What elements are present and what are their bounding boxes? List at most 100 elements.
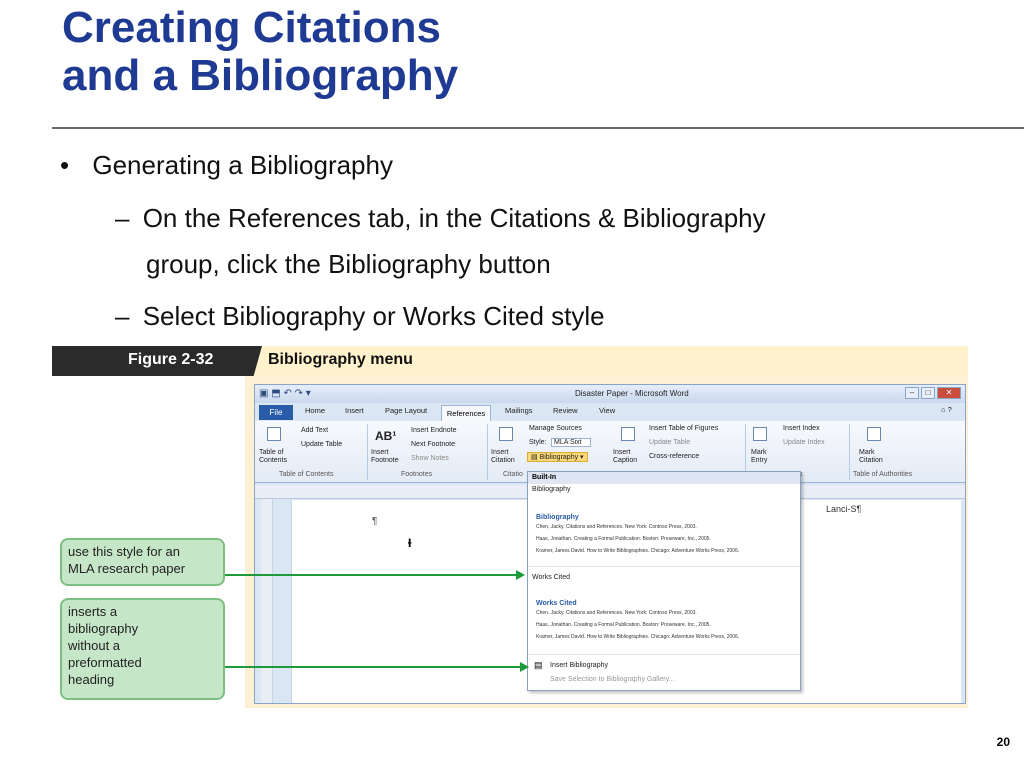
- manage-sources-button[interactable]: Manage Sources: [529, 425, 582, 432]
- window-controls: – □ ✕: [905, 387, 961, 399]
- ribbon-tabs: Home Insert Page Layout Mailings Review …: [255, 403, 965, 421]
- menu-builtin-header: Built-In: [528, 472, 800, 484]
- callout-insert: inserts a bibliography without a preform…: [60, 598, 225, 700]
- bibliography-button[interactable]: ▤ Bibliography ▾: [527, 452, 588, 462]
- sub-bullet-1-line-2: group, click the Bibliography button: [146, 249, 551, 279]
- insert-citation-icon: [499, 427, 513, 441]
- mark-citation-icon: [867, 427, 881, 441]
- tab-file[interactable]: File: [259, 405, 293, 420]
- menu-entry: Haas, Jonathan. Creating a Formal Public…: [536, 622, 711, 628]
- mark-entry-button[interactable]: Mark Entry: [751, 449, 781, 465]
- cross-reference-button[interactable]: Cross-reference: [649, 453, 699, 460]
- title-line-2: and a Bibliography: [62, 51, 459, 100]
- callout-line: preformatted: [68, 655, 142, 670]
- figure-number: Figure 2-32: [128, 351, 214, 368]
- toc-button[interactable]: Table of Contents: [259, 449, 299, 465]
- insert-caption-button[interactable]: Insert Caption: [613, 449, 649, 465]
- update-table-button[interactable]: Update Table: [301, 441, 342, 448]
- document-header: Lanci-S¶: [826, 504, 862, 514]
- title-bar: ▣ ⬒ ↶ ↷ ▾ Disaster Paper - Microsoft Wor…: [255, 385, 965, 403]
- slide-title: Creating Citations and a Bibliography: [62, 4, 662, 100]
- menu-entry: Kramer, James David. How to Write Biblio…: [536, 634, 740, 640]
- update-table-captions-button[interactable]: Update Table: [649, 439, 690, 446]
- tab-references[interactable]: References: [441, 405, 491, 422]
- menu-divider: [528, 654, 800, 655]
- arrow-head: [516, 570, 525, 580]
- bibliography-menu: Built-In Bibliography Bibliography Chen,…: [527, 471, 801, 691]
- bibliography-button-label: Bibliography: [539, 454, 579, 461]
- insert-table-of-figures-button[interactable]: Insert Table of Figures: [649, 425, 718, 432]
- tab-mailings[interactable]: Mailings: [505, 406, 533, 415]
- insert-caption-icon: [621, 427, 635, 441]
- save-selection-item[interactable]: Save Selection to Bibliography Gallery..…: [550, 676, 674, 683]
- works-cited-style-option[interactable]: Works Cited: [536, 600, 577, 607]
- next-footnote-button[interactable]: Next Footnote: [411, 441, 455, 448]
- tab-insert[interactable]: Insert: [345, 406, 364, 415]
- bullet-text: Generating a Bibliography: [92, 150, 393, 180]
- footnote-icon: AB¹: [375, 429, 397, 443]
- callout-arrow: [225, 574, 517, 576]
- bullet-generating: • Generating a Bibliography: [60, 148, 393, 182]
- callout-mla: use this style for an MLA research paper: [60, 538, 225, 586]
- paragraph-mark: ¶: [372, 516, 378, 527]
- group-toa-label: Table of Authorities: [853, 471, 913, 478]
- figure-caption: Bibliography menu: [268, 351, 413, 368]
- style-select[interactable]: MLA Sixt: [551, 438, 591, 447]
- insert-index-button[interactable]: Insert Index: [783, 425, 820, 432]
- bibliography-icon: ▤: [531, 454, 540, 461]
- bibliography-style-option[interactable]: Bibliography: [536, 514, 579, 521]
- bullet-dot: •: [60, 150, 70, 180]
- callout-line: inserts a: [68, 604, 118, 619]
- group-citations-label: Citatio: [503, 471, 523, 478]
- tab-page-layout[interactable]: Page Layout: [385, 406, 427, 415]
- menu-entry: Chen, Jacky. Citations and References. N…: [536, 610, 697, 616]
- menu-entry: Haas, Jonathan. Creating a Formal Public…: [536, 536, 711, 542]
- add-text-button[interactable]: Add Text: [301, 427, 328, 434]
- callout-line: without a: [68, 638, 121, 653]
- sub-bullet-1-line-1: On the References tab, in the Citations …: [142, 203, 766, 233]
- group-separator: [367, 424, 368, 480]
- minimize-icon[interactable]: –: [905, 387, 919, 399]
- title-line-1: Creating Citations: [62, 3, 441, 52]
- maximize-icon[interactable]: □: [921, 387, 935, 399]
- style-label: Style:: [529, 439, 547, 446]
- sub-bullet-2: – Select Bibliography or Works Cited sty…: [115, 299, 605, 333]
- window-title: Disaster Paper - Microsoft Word: [575, 389, 689, 398]
- menu-entry: Kramer, James David. How to Write Biblio…: [536, 548, 740, 554]
- group-separator: [849, 424, 850, 480]
- quick-access-toolbar[interactable]: ▣ ⬒ ↶ ↷ ▾: [259, 388, 311, 399]
- insert-endnote-button[interactable]: Insert Endnote: [411, 427, 457, 434]
- update-index-button[interactable]: Update Index: [783, 439, 825, 446]
- title-divider: [52, 127, 1024, 129]
- insert-footnote-button[interactable]: Insert Footnote: [371, 449, 407, 465]
- callout-line: MLA research paper: [68, 561, 186, 576]
- show-notes-button[interactable]: Show Notes: [411, 455, 449, 462]
- insert-bibliography-icon: ▤: [534, 660, 543, 670]
- callout-line: bibliography: [68, 621, 139, 636]
- group-toc-label: Table of Contents: [279, 471, 334, 478]
- tab-home[interactable]: Home: [305, 406, 325, 415]
- table-of-contents-icon: [267, 427, 281, 441]
- arrow-head: [520, 662, 529, 672]
- tab-review[interactable]: Review: [553, 406, 578, 415]
- page-number: 20: [996, 735, 1010, 749]
- insert-citation-button[interactable]: Insert Citation: [491, 449, 527, 465]
- tab-view[interactable]: View: [599, 406, 615, 415]
- menu-entry: Chen, Jacky. Citations and References. N…: [536, 524, 697, 530]
- mark-entry-icon: [753, 427, 767, 441]
- sub-bullet-1: – On the References tab, in the Citation…: [115, 201, 766, 235]
- callout-line: heading: [68, 672, 115, 687]
- works-cited-label: Works Cited: [532, 574, 570, 581]
- insert-bibliography-item[interactable]: Insert Bibliography: [550, 662, 608, 669]
- callout-arrow: [225, 666, 521, 668]
- group-separator: [487, 424, 488, 480]
- help-icon[interactable]: ⌂ ?: [941, 405, 952, 414]
- mark-citation-button[interactable]: Mark Citation: [859, 449, 895, 465]
- vertical-ruler[interactable]: [261, 499, 273, 703]
- dash: –: [115, 301, 130, 331]
- group-footnotes-label: Footnotes: [401, 471, 433, 478]
- word-window: ▣ ⬒ ↶ ↷ ▾ Disaster Paper - Microsoft Wor…: [254, 384, 966, 704]
- close-icon[interactable]: ✕: [937, 387, 961, 399]
- menu-bibliography-label: Bibliography: [532, 486, 571, 493]
- callout-line: use this style for an: [68, 544, 180, 559]
